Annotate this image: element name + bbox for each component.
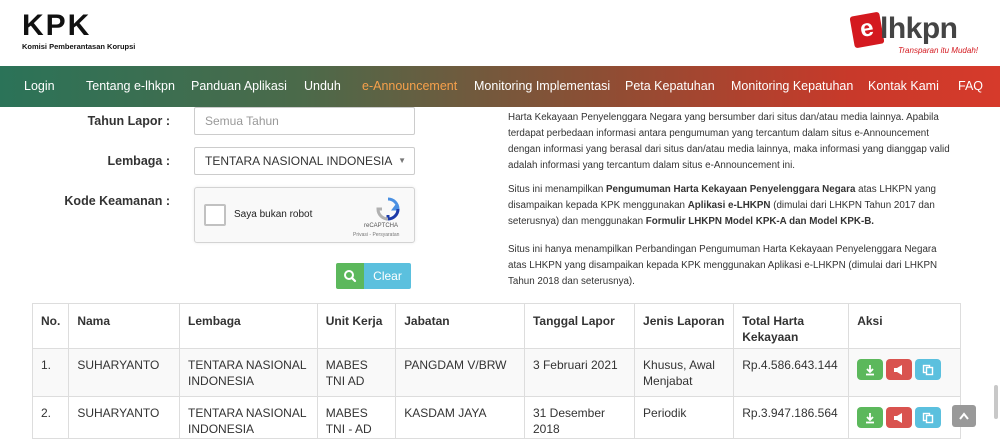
scroll-to-top-button[interactable] — [952, 405, 976, 427]
cell-lembaga: TENTARA NASIONAL INDONESIA — [179, 396, 318, 439]
col-header-tanggal-lapor: Tanggal Lapor — [523, 303, 636, 349]
nav-unduh[interactable]: Unduh — [304, 79, 341, 93]
col-header-total-harta: Total Harta Kekayaan — [733, 303, 850, 349]
caret-down-icon: ▼ — [398, 156, 406, 165]
announce-button[interactable] — [886, 407, 913, 428]
info-bold-text: Formulir LHKPN Model KPK-A dan Model KPK… — [645, 216, 875, 227]
table-row: 1. SUHARYANTO TENTARA NASIONAL INDONESIA… — [31, 348, 961, 397]
nav-login[interactable]: Login — [24, 79, 55, 93]
col-header-jenis-laporan: Jenis Laporan — [634, 303, 735, 349]
col-header-aksi: Aksi — [848, 303, 961, 349]
chevron-up-icon — [959, 412, 969, 420]
cell-jenis-laporan: Khusus, Awal Menjabat — [634, 348, 735, 397]
clear-button[interactable]: Clear — [364, 263, 411, 289]
cell-unit-kerja: MABES TNI - AD — [316, 396, 397, 439]
page-scrollbar[interactable] — [994, 385, 998, 419]
tahun-lapor-label: Tahun Lapor : — [87, 114, 170, 128]
cell-nama: SUHARYANTO — [68, 396, 181, 439]
bullhorn-icon — [894, 412, 903, 423]
table-header-row: No. Nama Lembaga Unit Kerja Jabatan Tang… — [31, 303, 961, 349]
nav-tentang[interactable]: Tentang e-lhkpn — [86, 79, 175, 93]
cell-total-harta: Rp.3.947.186.564 — [733, 396, 850, 439]
recaptcha-icon — [376, 197, 400, 221]
recaptcha-links[interactable]: Privasi - Persyaratan — [353, 232, 399, 238]
kpk-subtitle: Komisi Pemberantasan Korupsi — [22, 42, 136, 51]
table-row: 2. SUHARYANTO TENTARA NASIONAL INDONESIA… — [31, 396, 961, 439]
recaptcha-widget: Saya bukan robot reCAPTCHA Privasi - Per… — [194, 187, 415, 243]
download-icon — [866, 412, 875, 423]
info-paragraph-3: Situs ini hanya menampilkan Perbandingan… — [508, 244, 938, 287]
cell-total-harta: Rp.4.586.643.144 — [733, 348, 850, 397]
recaptcha-brand: reCAPTCHA — [364, 223, 399, 229]
search-icon — [344, 270, 357, 283]
cell-aksi — [848, 348, 961, 397]
download-button[interactable] — [857, 359, 884, 380]
copy-button[interactable] — [915, 359, 942, 380]
recaptcha-checkbox[interactable] — [204, 204, 226, 226]
nav-panduan[interactable]: Panduan Aplikasi — [191, 79, 287, 93]
cell-tanggal-lapor: 31 Desember 2018 — [523, 396, 636, 439]
info-bold-text: Pengumuman Harta Kekayaan Penyelenggara … — [606, 184, 856, 195]
cell-jabatan: KASDAM JAYA — [395, 396, 525, 439]
cell-aksi — [848, 396, 961, 439]
copy-icon — [922, 412, 934, 423]
kpk-logo[interactable]: KPK Komisi Pemberantasan Korupsi — [22, 9, 136, 52]
elhkpn-logo-word: lhkpn — [880, 12, 958, 45]
cell-lembaga: TENTARA NASIONAL INDONESIA — [179, 348, 318, 397]
copy-icon — [922, 364, 934, 375]
page-header: KPK Komisi Pemberantasan Korupsi e lhkpn… — [0, 0, 1000, 66]
cell-no: 2. — [31, 396, 70, 439]
nav-kontak-kami[interactable]: Kontak Kami — [868, 79, 939, 93]
col-header-lembaga: Lembaga — [179, 303, 318, 349]
lembaga-label: Lembaga : — [107, 154, 170, 168]
info-paragraph-2: Situs ini menampilkan Pengumuman Harta K… — [508, 182, 950, 230]
info-text: Situs ini menampilkan — [508, 184, 607, 195]
bullhorn-icon — [894, 364, 903, 375]
download-icon — [866, 364, 875, 375]
kpk-logo-text: KPK — [22, 9, 92, 42]
info-paragraph-1: Harta Kekayaan Penyelenggara Negara yang… — [508, 112, 950, 171]
info-bold-text: Aplikasi e-LHKPN — [687, 200, 771, 211]
nav-faq[interactable]: FAQ — [958, 79, 983, 93]
cell-jabatan: PANGDAM V/BRW — [395, 348, 525, 397]
cell-nama: SUHARYANTO — [68, 348, 181, 397]
nav-peta-kepatuhan[interactable]: Peta Kepatuhan — [625, 79, 715, 93]
announce-button[interactable] — [886, 359, 913, 380]
nav-e-announcement[interactable]: e-Announcement — [362, 79, 457, 93]
search-button[interactable] — [336, 263, 364, 289]
nav-monitoring-kepatuhan[interactable]: Monitoring Kepatuhan — [731, 79, 853, 93]
col-header-unit-kerja: Unit Kerja — [316, 303, 397, 349]
cell-no: 1. — [31, 348, 70, 397]
main-nav: Login Tentang e-lhkpn Panduan Aplikasi U… — [0, 66, 1000, 107]
recaptcha-label: Saya bukan robot — [234, 209, 313, 220]
copy-button[interactable] — [915, 407, 942, 428]
cell-tanggal-lapor: 3 Februari 2021 — [523, 348, 636, 397]
cell-unit-kerja: MABES TNI AD — [316, 348, 397, 397]
cell-jenis-laporan: Periodik — [634, 396, 735, 439]
kode-keamanan-label: Kode Keamanan : — [64, 194, 170, 208]
elhkpn-logo[interactable]: e lhkpn Transparan itu Mudah! — [849, 8, 980, 58]
col-header-no: No. — [31, 303, 70, 349]
col-header-jabatan: Jabatan — [395, 303, 525, 349]
col-header-nama: Nama — [68, 303, 181, 349]
tahun-lapor-input[interactable]: Semua Tahun — [194, 107, 415, 135]
nav-monitoring-implementasi[interactable]: Monitoring Implementasi — [474, 79, 610, 93]
results-table: No. Nama Lembaga Unit Kerja Jabatan Tang… — [31, 303, 961, 439]
lembaga-select[interactable]: TENTARA NASIONAL INDONESIA ▼ — [194, 147, 415, 175]
lembaga-select-value: TENTARA NASIONAL INDONESIA — [205, 154, 393, 168]
download-button[interactable] — [857, 407, 884, 428]
elhkpn-tagline: Transparan itu Mudah! — [898, 46, 978, 55]
